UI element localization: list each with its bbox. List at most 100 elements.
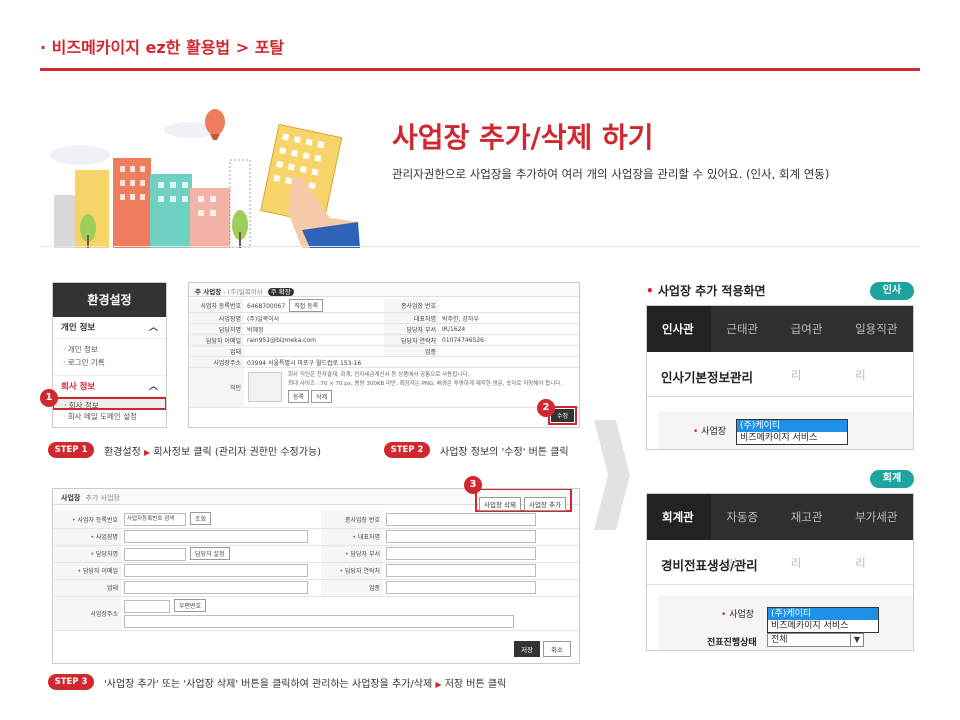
ceo-name-input[interactable] bbox=[386, 530, 536, 543]
hero-title: 사업장 추가/삭제 하기 bbox=[392, 121, 654, 154]
chevron-down-icon: ▼ bbox=[850, 634, 863, 646]
info-form-tag: 주 확장 bbox=[267, 288, 294, 296]
hr-heading: 인사기본정보관리 bbox=[647, 352, 913, 397]
step3-label: STEP 3 bbox=[48, 674, 94, 690]
page-header-title: · 비즈메카이지 ez한 활용법 > 포탈 bbox=[40, 38, 285, 57]
acc-field-label: • 사업장 bbox=[721, 610, 755, 620]
workplace-name-input[interactable] bbox=[124, 530, 308, 543]
sidebar-item-login-log[interactable]: · 로그인 기록 bbox=[53, 356, 166, 369]
info-form-title: 주 사업장 bbox=[195, 288, 222, 296]
step2-label: STEP 2 bbox=[384, 442, 430, 458]
table-row: 사업장명 (주)일목이사 대표자명 박주한, 강하우 bbox=[189, 312, 579, 324]
edit-form-subtitle: 추가 사업장 bbox=[85, 494, 120, 502]
flow-arrow-icon bbox=[594, 420, 630, 530]
biz-number-input[interactable]: 사업자등록번호 검색 bbox=[124, 513, 186, 527]
table-row: 사업장주소 우편번호 bbox=[53, 596, 579, 631]
direct-register-button[interactable]: 직접 등록 bbox=[289, 299, 324, 312]
sidebar-item-personal-info[interactable]: · 개인 정보 bbox=[53, 343, 166, 356]
step1-text: 환경설정 ▶ 회사정보 클릭 (관리자 권한만 수정가능) bbox=[104, 447, 322, 458]
city-illustration bbox=[50, 109, 360, 248]
biz-item-input[interactable] bbox=[386, 581, 536, 594]
biz-type-input[interactable] bbox=[124, 581, 308, 594]
step2-badge: 2 bbox=[537, 399, 555, 417]
stamp-image-icon bbox=[248, 372, 282, 402]
table-row: 담당자명 박혜정 담당자 부서 IR/1624 bbox=[189, 323, 579, 335]
progress-label: 전표진행상태 bbox=[707, 638, 757, 648]
stamp-register-button[interactable]: 등록 bbox=[288, 390, 310, 403]
sidebar-item-mail-domain[interactable]: · 회사 메일 도메인 설정 bbox=[53, 410, 166, 423]
company-info-panel: 주 사업장 - (주)일목이사 주 확장 사업자 등록번호 6468700067 직… bbox=[188, 282, 580, 428]
hr-option-kt[interactable]: (주)케이티 bbox=[737, 420, 847, 432]
acc-pill: 회계 bbox=[870, 470, 914, 488]
edit-form-title: 사업장 bbox=[61, 494, 81, 502]
step1-badge: 1 bbox=[40, 389, 58, 407]
cancel-button[interactable]: 취소 bbox=[543, 641, 571, 657]
step1-label: STEP 1 bbox=[48, 442, 94, 458]
tab-daily-worker[interactable]: 일용직관리 bbox=[840, 306, 913, 382]
hr-option-bizmeka[interactable]: 비즈메카이지 서비스 bbox=[737, 432, 847, 444]
table-row: 사업장주소 03994 서울특별시 마포구 월드컵로 153-16 bbox=[189, 356, 579, 368]
acc-tabbar: 회계관리 자동증빙 재고관리 부가세관리 bbox=[647, 494, 913, 570]
hr-pill: 인사 bbox=[870, 282, 914, 300]
address-input[interactable] bbox=[124, 614, 514, 628]
step3-badge: 3 bbox=[464, 476, 482, 494]
step2-text: 사업장 정보의 '수정' 버튼 클릭 bbox=[440, 447, 569, 458]
lookup-button[interactable]: 조회 bbox=[190, 512, 212, 526]
sidebar-group-company[interactable]: 회사 정보 ︿ bbox=[53, 375, 166, 397]
save-button[interactable]: 저장 bbox=[514, 641, 541, 657]
progress-select[interactable]: 전체 ▼ bbox=[767, 633, 864, 647]
acc-heading: 경비전표생성/관리 bbox=[647, 540, 913, 585]
hr-tabbar: 인사관리 근태관리 급여관리 일용직관리 bbox=[647, 306, 913, 382]
hero-divider bbox=[40, 246, 920, 247]
table-row: 업태 업종 bbox=[189, 345, 579, 357]
bullet-icon: • bbox=[646, 284, 654, 298]
zip-input[interactable] bbox=[124, 599, 170, 613]
step3-text: '사업장 추가' 또는 '사업장 삭제' 버튼을 클릭하여 관리하는 사업장을 … bbox=[104, 679, 507, 690]
manager-dept-input[interactable] bbox=[386, 547, 536, 560]
add-workplace-button[interactable]: 사업장 추가 bbox=[523, 497, 566, 511]
settings-sidebar: 환경설정 개인 정보 ︿ · 개인 정보 · 로그인 기록 회사 정보 ︿ · 회사… bbox=[52, 282, 167, 428]
tab-accounting[interactable]: 회계관리 bbox=[647, 494, 712, 570]
acc-option-bizmeka[interactable]: 비즈메카이지 서비스 bbox=[768, 620, 878, 632]
tab-inventory[interactable]: 재고관리 bbox=[776, 494, 840, 570]
acc-workplace-select[interactable]: (주)케이티 비즈메카이지 서비스 bbox=[767, 607, 879, 633]
hr-field-label: • 사업장 bbox=[693, 427, 727, 437]
tab-payroll[interactable]: 급여관리 bbox=[776, 306, 840, 382]
hr-workplace-select[interactable]: (주)케이티 비즈메카이지 서비스 bbox=[736, 419, 848, 445]
tab-vat[interactable]: 부가세관리 bbox=[840, 494, 913, 570]
delete-workplace-button[interactable]: 사업장 삭제 bbox=[479, 497, 521, 511]
stamp-text: 회사 직인은 전자결재, 회계, 전자세금계산서 등 상품에서 공통으로 사용됩… bbox=[288, 372, 470, 378]
table-row: 업태 업종 bbox=[53, 579, 579, 597]
tab-auto-evidence[interactable]: 자동증빙 bbox=[711, 494, 775, 570]
table-row: 담당자 이메일 rain951@bizmeka.com 담당자 연락처 0107474… bbox=[189, 334, 579, 346]
apply-title: • 사업장 추가 적용화면 bbox=[646, 284, 766, 298]
table-row: • 담당자명 담당자 설정 • 담당자 부서 bbox=[53, 545, 579, 563]
arrow-right-icon: ▶ bbox=[435, 680, 442, 689]
hr-screen: 인사관리 근태관리 급여관리 일용직관리 인사기본정보관리 • 사업장 (주)케… bbox=[646, 305, 914, 450]
sidebar-title: 환경설정 bbox=[53, 283, 166, 317]
sub-workplace-input[interactable] bbox=[386, 512, 536, 526]
set-manager-button[interactable]: 담당자 설정 bbox=[190, 546, 230, 560]
manager-email-input[interactable] bbox=[124, 564, 308, 577]
table-row: 사업자 등록번호 6468700067 직접 등록 종사업장 번호 bbox=[189, 299, 579, 313]
edit-form-table: • 사업자 등록번호 사업자등록번호 검색 조회 종사업장 번호 • 사업장명 • 대표… bbox=[53, 511, 579, 631]
table-row: • 담당자 이메일 • 담당자 연락처 bbox=[53, 562, 579, 580]
manager-phone-input[interactable] bbox=[386, 564, 536, 577]
tab-hr-management[interactable]: 인사관리 bbox=[647, 306, 712, 382]
table-row: 직인 회사 직인은 전자결재, 회계, 전자세금계산서 등 상품에서 공통으로 … bbox=[189, 367, 579, 408]
sidebar-group-personal[interactable]: 개인 정보 ︿ bbox=[53, 317, 166, 339]
stamp-delete-button[interactable]: 삭제 bbox=[311, 390, 333, 403]
header-divider bbox=[40, 68, 920, 71]
acc-option-kt[interactable]: (주)케이티 bbox=[768, 608, 878, 620]
info-form-table: 사업자 등록번호 6468700067 직접 등록 종사업장 번호 사업장명 (주)일목… bbox=[189, 299, 579, 408]
table-row: • 사업장명 • 대표자명 bbox=[53, 528, 579, 546]
zipcode-button[interactable]: 우편번호 bbox=[174, 598, 207, 612]
table-row: • 사업자 등록번호 사업자등록번호 검색 조회 종사업장 번호 bbox=[53, 511, 579, 529]
sidebar-item-company-info[interactable]: · 회사 정보 bbox=[53, 397, 166, 410]
manager-name-input[interactable] bbox=[124, 547, 186, 561]
accounting-screen: 회계관리 자동증빙 재고관리 부가세관리 경비전표생성/관리 • 사업장 (주)… bbox=[646, 493, 914, 651]
tab-attendance[interactable]: 근태관리 bbox=[711, 306, 775, 382]
chevron-up-icon: ︿ bbox=[148, 323, 158, 333]
add-workplace-panel: 사업장 추가 사업장 사업장 삭제 사업장 추가 • 사업자 등록번호 사업자등록번… bbox=[52, 488, 580, 664]
info-form-subtitle: - (주)일목이사 bbox=[223, 288, 263, 296]
